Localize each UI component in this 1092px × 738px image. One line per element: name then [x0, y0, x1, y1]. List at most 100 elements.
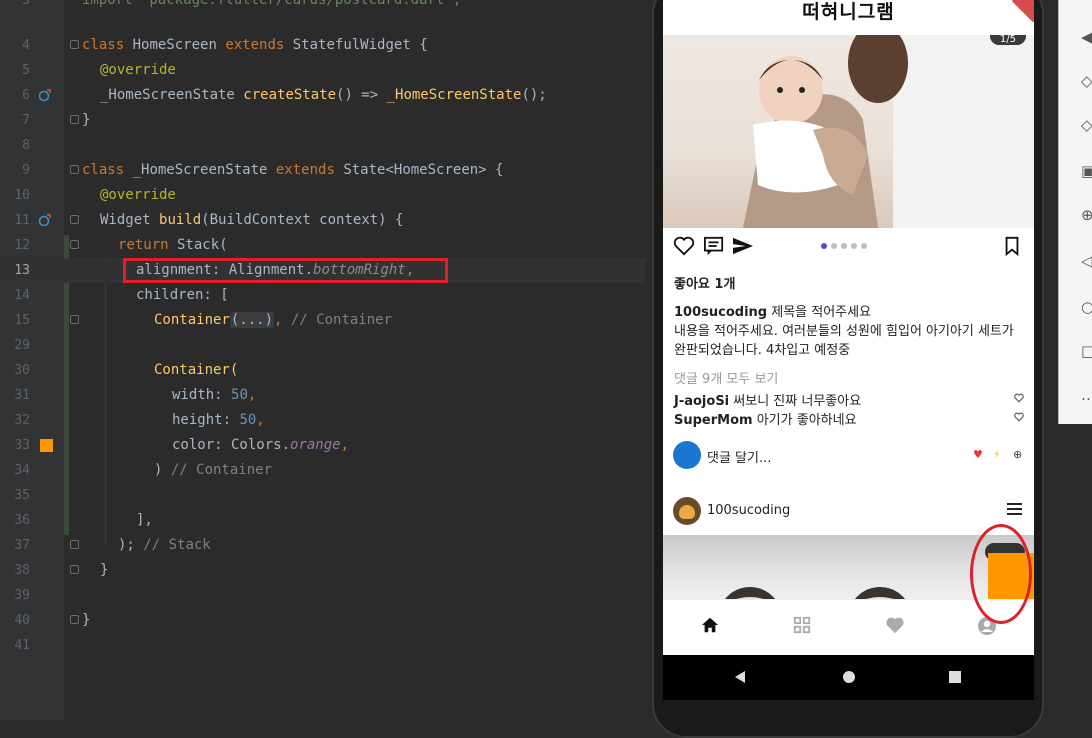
volume-icon[interactable]: ◀	[1081, 28, 1092, 46]
fold-icon[interactable]	[70, 540, 79, 549]
code-line[interactable]: 4 class HomeScreen extends StatefulWidge…	[0, 33, 645, 58]
code-line[interactable]: 35	[0, 483, 645, 508]
code-line[interactable]: 38 }	[0, 558, 645, 583]
fold-icon[interactable]	[70, 40, 79, 49]
code-line[interactable]: 32 height: 50,	[0, 408, 645, 433]
comment-username[interactable]: J-aojoSi	[674, 394, 729, 409]
fold-icon[interactable]	[70, 165, 79, 174]
comment-item: SuperMom 아기가 좋아하네요	[674, 409, 857, 428]
camera-icon[interactable]: ▣	[1081, 162, 1092, 180]
recents-icon[interactable]	[948, 670, 962, 684]
code-line[interactable]: 7 }	[0, 108, 645, 133]
home-icon[interactable]: ○	[1081, 298, 1092, 316]
rotate-right-icon[interactable]: ◇	[1081, 116, 1092, 134]
code-editor[interactable]: 3 import 'package:flutter/cards/postcard…	[0, 0, 645, 720]
code-line[interactable]: 9 class _HomeScreenState extends State<H…	[0, 158, 645, 183]
code-line[interactable]: 31 width: 50,	[0, 383, 645, 408]
code-text: }	[82, 612, 91, 628]
post-body-line: 완판되었습니다. 4차입고 예정중	[674, 343, 851, 358]
line-number: 41	[14, 638, 30, 653]
comment-username[interactable]: SuperMom	[674, 413, 753, 428]
code-line[interactable]: 5 @override	[0, 58, 645, 83]
code-line[interactable]: 37 ); // Stack	[0, 533, 645, 558]
code-annotation: @override	[100, 187, 176, 203]
fold-icon[interactable]	[70, 240, 79, 249]
post-username[interactable]: 100sucoding	[707, 503, 790, 518]
comment-icon[interactable]	[703, 236, 725, 256]
code-line[interactable]: 39	[0, 583, 645, 608]
code-text: ();	[521, 87, 547, 103]
zoom-icon[interactable]: ⊕	[1081, 206, 1092, 224]
back-icon[interactable]	[733, 670, 747, 684]
menu-icon[interactable]	[1007, 503, 1022, 518]
avatar[interactable]	[673, 497, 701, 525]
code-text: ],	[136, 512, 153, 528]
code-line[interactable]: 29	[0, 333, 645, 358]
comment-input[interactable]: 댓글 달기...	[707, 447, 771, 466]
highlight-annotation-box	[123, 258, 448, 283]
home-button-icon[interactable]	[842, 670, 856, 684]
collapsed-region[interactable]: (...)	[229, 312, 275, 328]
code-keyword: extends	[225, 37, 285, 53]
home-icon[interactable]	[701, 616, 719, 634]
code-line[interactable]: 8	[0, 133, 645, 158]
code-line[interactable]: 6 _HomeScreenState createState() => _Hom…	[0, 83, 645, 108]
add-reaction-icon[interactable]: ⊕	[1013, 448, 1022, 461]
line-number: 31	[14, 388, 30, 403]
heart-reaction-icon[interactable]: ♥	[973, 448, 983, 461]
code-line[interactable]: 33 color: Colors.orange,	[0, 433, 645, 458]
overview-icon[interactable]: □	[1081, 342, 1092, 360]
more-icon[interactable]: …	[1081, 386, 1092, 404]
line-number: 3	[22, 0, 30, 8]
override-method-icon[interactable]	[38, 89, 51, 102]
code-text: StatefulWidget {	[284, 37, 428, 53]
code-function: build	[159, 212, 202, 228]
color-preview-swatch[interactable]	[40, 439, 53, 452]
grid-icon[interactable]	[793, 616, 811, 634]
code-line[interactable]: 41	[0, 633, 645, 658]
post-image[interactable]: 1/5	[663, 35, 1034, 228]
code-text: }	[100, 562, 109, 578]
send-icon[interactable]	[732, 236, 754, 256]
code-line[interactable]: 12 return Stack(	[0, 233, 645, 258]
comment-like-icon[interactable]	[1014, 412, 1024, 422]
fold-expand-icon[interactable]	[70, 315, 79, 324]
code-keyword: class	[82, 162, 125, 178]
fold-icon[interactable]	[70, 615, 79, 624]
code-line[interactable]: 34 ) // Container	[0, 458, 645, 483]
code-line[interactable]: 3 import 'package:flutter/cards/postcard…	[0, 0, 645, 13]
heart-outline-icon[interactable]	[673, 236, 695, 256]
code-text: Widget	[100, 212, 160, 228]
lightning-reaction-icon[interactable]: ⚡	[993, 448, 1001, 461]
line-number: 7	[22, 113, 30, 128]
code-line[interactable]: 11 Widget build(BuildContext context) {	[0, 208, 645, 233]
bookmark-icon[interactable]	[1003, 236, 1021, 256]
line-number: 12	[14, 238, 30, 253]
line-number: 36	[14, 513, 30, 528]
code-line[interactable]: 10 @override	[0, 183, 645, 208]
fold-icon[interactable]	[70, 115, 79, 124]
back-icon[interactable]: ◁	[1081, 252, 1092, 270]
rotate-left-icon[interactable]: ◇	[1081, 72, 1092, 90]
app-bar: 떠혀니그램	[663, 0, 1034, 35]
code-text: _HomeScreenState	[124, 162, 276, 178]
code-line[interactable]: 40 }	[0, 608, 645, 633]
line-number: 6	[22, 88, 30, 103]
app-title: 떠혀니그램	[802, 1, 895, 23]
post-username[interactable]: 100sucoding	[674, 305, 767, 320]
line-number: 5	[22, 63, 30, 78]
view-all-comments-link[interactable]: 댓글 9개 모두 보기	[674, 368, 778, 387]
line-number: 39	[14, 588, 30, 603]
comment-item: J-aojoSi 써보니 진짜 너무좋아요	[674, 390, 861, 409]
fold-icon[interactable]	[70, 215, 79, 224]
code-line[interactable]: 15 Container(...), // Container	[0, 308, 645, 333]
code-line[interactable]: 36 ],	[0, 508, 645, 533]
comment-like-icon[interactable]	[1014, 393, 1024, 403]
line-number: 40	[14, 613, 30, 628]
code-line[interactable]: 30 Container(	[0, 358, 645, 383]
fold-icon[interactable]	[70, 565, 79, 574]
heart-icon[interactable]	[885, 616, 905, 634]
code-line[interactable]: 14 children: [	[0, 283, 645, 308]
code-text: Stack(	[168, 237, 228, 253]
override-method-icon[interactable]	[38, 214, 51, 227]
